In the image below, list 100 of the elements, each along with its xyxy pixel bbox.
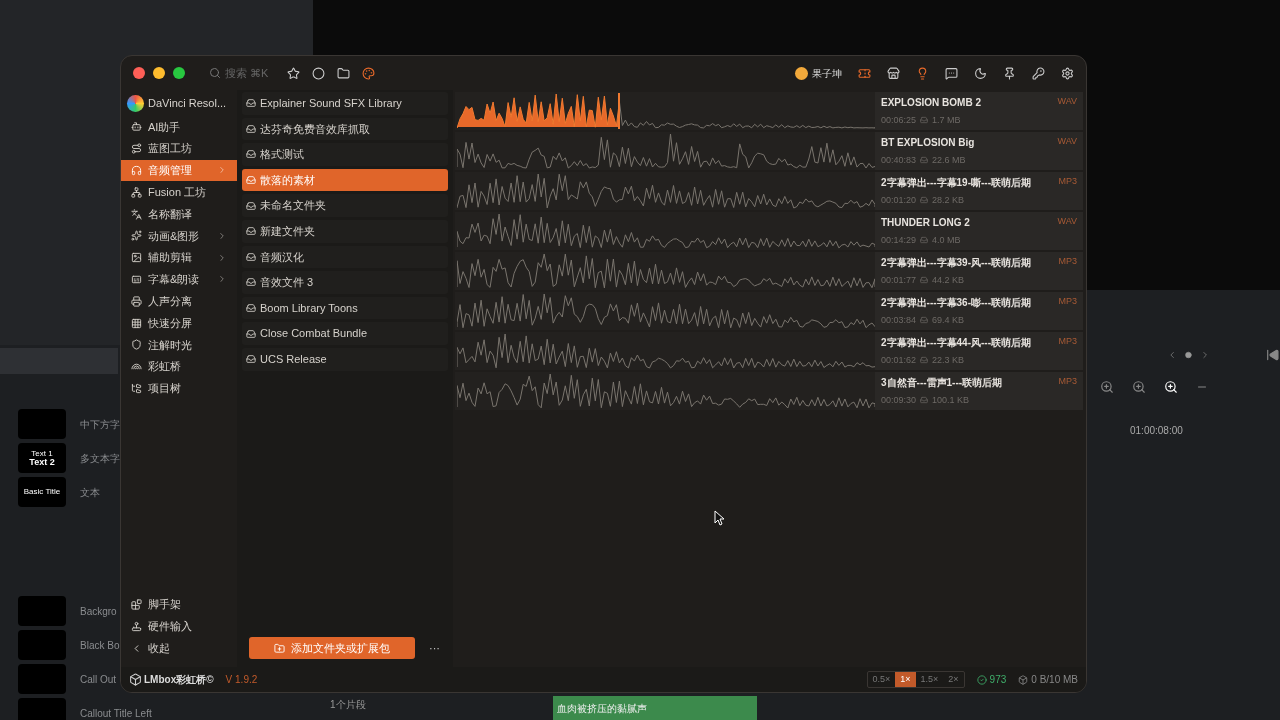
folder-icon[interactable] <box>337 66 350 80</box>
file-size: 28.2 KB <box>932 193 965 207</box>
close-button[interactable] <box>133 67 145 79</box>
inbox-icon <box>920 236 929 245</box>
inbox-icon <box>920 116 929 125</box>
folder-item[interactable]: 音频汉化 <box>242 245 448 269</box>
waveform[interactable] <box>457 293 875 329</box>
sound-info[interactable]: 2字幕弹出---字幕19-嘶---联萌后期 MP3 00:01:20 28.2 KB <box>875 172 1083 210</box>
sound-info[interactable]: EXPLOSION BOMB 2 WAV 00:06:25 1.7 MB <box>875 92 1083 130</box>
thumbnail-text: Text 1 <box>31 449 53 458</box>
sound-title: BT EXPLOSION Big <box>881 136 975 150</box>
search-field[interactable]: 搜索 ⌘K <box>209 64 279 82</box>
shield-icon <box>131 339 142 351</box>
star-icon[interactable] <box>287 66 300 80</box>
waveform[interactable] <box>457 213 875 249</box>
sidebar-item[interactable]: 字幕&朗读 <box>121 268 237 291</box>
thumbnail-text: Basic Title <box>23 488 61 496</box>
lightbulb-icon[interactable] <box>916 66 929 80</box>
inbox-icon <box>920 316 929 325</box>
inbox-icon <box>920 156 929 165</box>
sidebar-item[interactable]: 动画&图形 <box>121 225 237 247</box>
skip-back-icon[interactable] <box>1266 347 1280 363</box>
sidebar-item[interactable]: 注解时光 <box>121 333 237 356</box>
waveform[interactable] <box>457 173 875 209</box>
pin-icon[interactable] <box>1003 66 1016 80</box>
key-icon[interactable] <box>1032 66 1045 80</box>
sidebar-item[interactable]: 辅助剪辑 <box>121 246 237 269</box>
minimize-button[interactable] <box>153 67 165 79</box>
waveform[interactable] <box>457 333 875 369</box>
chevron-right-icon <box>217 274 227 285</box>
thumbnail-text: Text 2 <box>29 457 55 467</box>
sparkle-icon <box>131 230 142 242</box>
speed-option[interactable]: 1× <box>895 672 916 687</box>
settings-icon[interactable] <box>1061 66 1074 80</box>
folder-item[interactable]: Boom Library Toons <box>242 296 448 320</box>
waveform[interactable] <box>457 373 875 409</box>
clip-name: 文本 <box>80 485 100 500</box>
message-icon[interactable] <box>945 66 958 80</box>
thumbnail <box>18 630 66 660</box>
app-name[interactable]: DaVinci Resol... <box>148 94 227 112</box>
tree-icon <box>131 382 142 394</box>
duration: 00:01:62 <box>881 353 917 367</box>
sound-info[interactable]: 2字幕弹出---字幕36-嘭---联萌后期 MP3 00:03:84 69.4 KB <box>875 292 1083 330</box>
sound-info[interactable]: THUNDER LONG 2 WAV 00:14:29 4.0 MB <box>875 212 1083 250</box>
sidebar-item[interactable]: 脚手架 <box>121 593 237 616</box>
folder-item[interactable]: 达芬奇免费音效库抓取 <box>242 117 448 141</box>
speed-option[interactable]: 1.5× <box>915 672 944 687</box>
folder-item[interactable]: 新建文件夹 <box>242 219 448 243</box>
thumbnail <box>18 409 66 439</box>
sidebar-item[interactable]: 彩虹桥 <box>121 355 237 378</box>
store-icon[interactable] <box>887 66 900 80</box>
user-name[interactable]: 果子坤 <box>812 65 842 81</box>
sound-title: 2字幕弹出---字幕19-嘶---联萌后期 <box>881 176 1031 190</box>
sound-info[interactable]: 3自然音---雷声1---联萌后期 MP3 00:09:30 100.1 KB <box>875 372 1083 410</box>
maximize-button[interactable] <box>173 67 185 79</box>
network-icon <box>131 186 142 198</box>
file-size: 100.1 KB <box>932 393 970 407</box>
sidebar-item[interactable]: AI助手 <box>121 116 237 138</box>
sidebar-item[interactable]: 人声分离 <box>121 290 237 313</box>
format-label: MP3 <box>1058 375 1077 388</box>
sidebar-item[interactable]: 项目树 <box>121 377 237 400</box>
sound-title: 2字幕弹出---字幕36-嘭---联萌后期 <box>881 296 1031 310</box>
sidebar-item[interactable]: 硬件输入 <box>121 615 237 638</box>
folder-item[interactable]: 音效文件 3 <box>242 271 448 294</box>
sidebar-item[interactable]: 收起 <box>121 637 237 659</box>
waveform[interactable] <box>457 133 875 169</box>
folder-item[interactable]: UCS Release <box>242 347 448 371</box>
sound-info[interactable]: 2字幕弹出---字幕39-风---联萌后期 MP3 00:01:77 44.2 KB <box>875 252 1083 290</box>
route-icon <box>131 143 142 155</box>
sidebar-item[interactable]: Fusion 工坊 <box>121 181 237 204</box>
chevron-right-icon <box>217 230 227 241</box>
moon-icon[interactable] <box>974 66 987 80</box>
palette-icon[interactable] <box>362 66 375 80</box>
printer-icon <box>131 295 142 307</box>
avatar[interactable] <box>795 66 808 80</box>
version: V 1.9.2 <box>225 673 258 687</box>
app-logo-icon <box>127 94 144 112</box>
sound-title: THUNDER LONG 2 <box>881 216 970 230</box>
dot-icon[interactable] <box>1185 351 1193 359</box>
chevron-right-icon <box>217 165 227 176</box>
sidebar-item[interactable]: 蓝图工坊 <box>121 137 237 160</box>
folder-item[interactable]: 格式测试 <box>242 143 448 166</box>
thumbnail <box>18 664 66 694</box>
folder-item[interactable]: Close Combat Bundle <box>242 322 448 345</box>
sound-info[interactable]: 2字幕弹出---字幕44-风---联萌后期 MP3 00:01:62 22.3 KB <box>875 332 1083 370</box>
folder-item[interactable]: Explainer Sound SFX Library <box>242 92 448 115</box>
more-button[interactable]: ··· <box>421 639 448 657</box>
count: 973 <box>989 673 1007 687</box>
inbox-icon <box>246 354 256 365</box>
zoom-icon[interactable] <box>1164 380 1178 394</box>
inbox-icon <box>920 396 929 405</box>
speed-option[interactable]: 2× <box>943 672 964 687</box>
ticket-icon[interactable] <box>858 66 871 80</box>
waveform[interactable] <box>457 253 875 289</box>
sidebar-item[interactable]: 名称翻译 <box>121 203 237 225</box>
sidebar-item[interactable]: 快速分屏 <box>121 312 237 334</box>
circle-icon[interactable] <box>312 66 325 80</box>
track-info: 1个片段 <box>330 698 366 712</box>
speed-option[interactable]: 0.5× <box>867 672 896 687</box>
folder-item[interactable]: 未命名文件夹 <box>242 194 448 217</box>
